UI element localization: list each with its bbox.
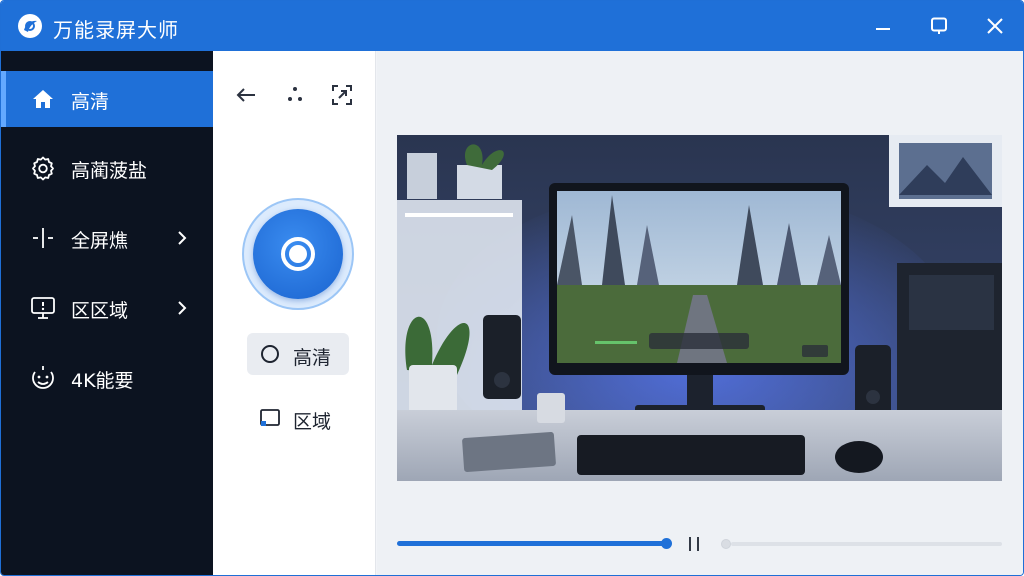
more-button[interactable]	[282, 82, 308, 108]
title-bar: 万能录屏大师	[1, 1, 1023, 51]
record-dot	[289, 245, 307, 263]
app-logo-icon	[18, 14, 42, 38]
mode-region-label: 区域	[293, 411, 332, 433]
tool-panel: 高清 区域	[213, 51, 376, 575]
sidebar-item-label: 全屏燋	[71, 230, 129, 252]
sidebar-item-label: 高蔺菠盐	[71, 160, 148, 182]
app-window: 万能录屏大师 高清 高蔺菠盐 全屏燋 区区域 4K能要 高清 区域	[0, 0, 1024, 576]
gear-icon	[29, 154, 57, 182]
record-ring	[281, 237, 315, 271]
back-button[interactable]	[233, 82, 259, 108]
record-icon	[253, 209, 343, 299]
pause-button[interactable]	[683, 535, 705, 553]
sidebar-item-label: 4K能要	[71, 370, 134, 392]
preview-image	[397, 135, 1002, 481]
chevron-right-icon	[178, 301, 187, 315]
close-button[interactable]	[980, 11, 1010, 41]
region-select-icon	[332, 85, 352, 105]
crosshair-icon	[29, 224, 57, 252]
progress-handle[interactable]	[661, 538, 672, 549]
app-title: 万能录屏大师	[53, 18, 179, 42]
circle-icon	[261, 345, 279, 363]
volume-handle[interactable]	[721, 539, 731, 549]
desk-setup-illustration	[397, 135, 1002, 481]
monitor-icon	[29, 294, 57, 322]
window-region-icon	[260, 409, 280, 426]
arrow-left-icon	[236, 88, 255, 102]
sidebar-item-fullscreen[interactable]: 全屏燋	[1, 210, 213, 266]
face-icon	[29, 364, 57, 392]
volume-slider[interactable]	[731, 542, 1002, 546]
minimize-icon	[876, 28, 890, 30]
pause-icon	[689, 537, 691, 551]
progress-bar[interactable]	[397, 541, 669, 546]
sidebar-item-label: 区区域	[71, 300, 129, 322]
mode-hd-label: 高清	[293, 347, 332, 369]
maximize-icon	[931, 17, 947, 34]
mode-hd-button[interactable]: 高清	[247, 333, 349, 375]
record-button[interactable]	[242, 198, 354, 310]
minimize-button[interactable]	[868, 11, 898, 41]
maximize-button[interactable]	[924, 11, 954, 41]
sidebar-item-settings[interactable]: 高蔺菠盐	[1, 140, 213, 196]
sidebar: 高清 高蔺菠盐 全屏燋 区区域 4K能要	[1, 51, 213, 575]
chevron-right-icon	[178, 231, 187, 245]
sidebar-item-label: 高清	[71, 91, 110, 113]
home-icon	[29, 85, 57, 113]
mode-region-button[interactable]: 区域	[247, 397, 349, 439]
region-select-button[interactable]	[329, 82, 355, 108]
sidebar-item-region[interactable]: 区区域	[1, 280, 213, 336]
sidebar-item-hd[interactable]: 高清	[1, 71, 213, 127]
close-icon	[987, 18, 1003, 34]
pause-icon	[697, 537, 699, 551]
preview-area	[377, 51, 1023, 575]
sidebar-item-4k[interactable]: 4K能要	[1, 350, 213, 406]
dots-icon	[288, 87, 302, 101]
